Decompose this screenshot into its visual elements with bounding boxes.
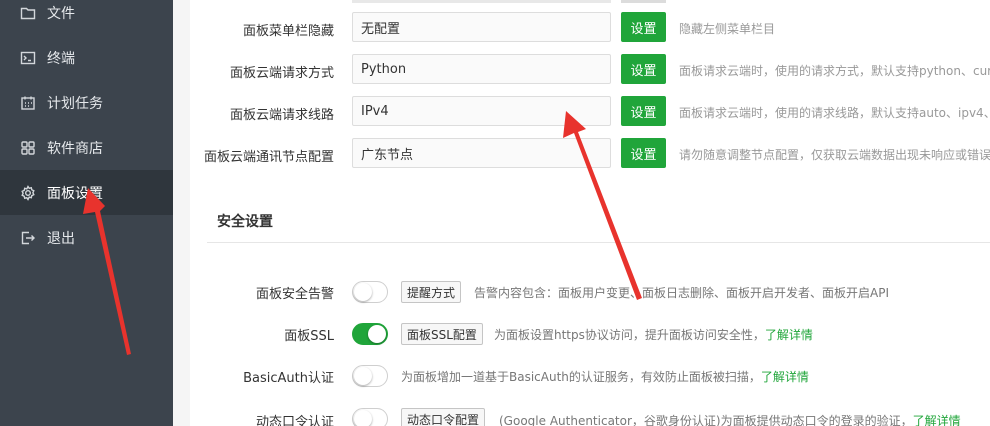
request-method-field[interactable]: Python xyxy=(352,54,611,84)
node-config-field[interactable]: 广东节点 xyxy=(352,138,611,168)
security-label: 动态口令认证 xyxy=(255,415,334,426)
security-hint: (Google Authenticator，谷歌身份认证)为面板提供动态口令的登… xyxy=(499,414,961,426)
sidebar-item-label: 计划任务 xyxy=(47,95,103,112)
security-label: 面板SSL xyxy=(284,329,334,344)
sidebar-item-store[interactable]: 软件商店 xyxy=(0,125,173,170)
calendar-icon xyxy=(20,95,36,111)
totp-config-button[interactable]: 动态口令配置 xyxy=(401,408,486,426)
security-alert-toggle[interactable] xyxy=(352,281,388,303)
main-content: 面板菜单栏隐藏 无配置 设置 隐藏左侧菜单栏目 面板云端请求方式 Python … xyxy=(173,0,990,426)
sidebar-item-label: 终端 xyxy=(47,50,75,67)
terminal-icon xyxy=(20,50,36,66)
grid-icon xyxy=(20,140,36,156)
settings-panel: 面板菜单栏隐藏 无配置 设置 隐藏左侧菜单栏目 面板云端请求方式 Python … xyxy=(190,0,990,426)
security-label: 面板安全告警 xyxy=(255,287,334,302)
toggle-knob xyxy=(368,325,386,343)
setting-label: 面板菜单栏隐藏 xyxy=(242,24,334,39)
totp-toggle[interactable] xyxy=(352,408,388,426)
setting-hint: 请勿随意调整节点配置，仅获取云端数据出现未响应或错误 xyxy=(679,148,990,162)
security-label: BasicAuth认证 xyxy=(243,371,334,386)
menu-hide-field[interactable]: 无配置 xyxy=(352,12,611,42)
sidebar-item-terminal[interactable]: 终端 xyxy=(0,35,173,80)
security-section-title: 安全设置 xyxy=(217,214,273,230)
setting-hint: 隐藏左侧菜单栏目 xyxy=(679,22,776,36)
learn-more-link[interactable]: 了解详情 xyxy=(913,414,961,426)
sidebar-item-label: 文件 xyxy=(47,5,75,22)
learn-more-link[interactable]: 了解详情 xyxy=(765,328,813,342)
gear-icon xyxy=(20,184,36,201)
previous-input-edge xyxy=(352,0,611,3)
setting-label: 面板云端请求线路 xyxy=(229,108,334,123)
menu-hide-set-button[interactable]: 设置 xyxy=(621,12,666,42)
section-divider xyxy=(207,242,990,243)
alert-method-button[interactable]: 提醒方式 xyxy=(401,281,462,303)
previous-button-edge xyxy=(621,0,666,3)
setting-hint: 面板请求云端时，使用的请求方式，默认支持python、curl xyxy=(679,64,990,78)
sidebar-item-label: 退出 xyxy=(47,230,75,247)
security-hint: 为面板设置https协议访问，提升面板访问安全性，了解详情 xyxy=(494,328,813,342)
request-method-set-button[interactable]: 设置 xyxy=(621,54,666,84)
node-config-set-button[interactable]: 设置 xyxy=(621,138,666,168)
sidebar-item-panel-settings[interactable]: 面板设置 xyxy=(0,170,173,215)
sidebar-item-label: 软件商店 xyxy=(47,140,103,157)
sidebar-item-logout[interactable]: 退出 xyxy=(0,215,173,260)
basicauth-toggle[interactable] xyxy=(352,365,388,387)
toggle-knob xyxy=(354,410,372,426)
sidebar-item-cron[interactable]: 计划任务 xyxy=(0,80,173,125)
sidebar: 文件 终端 计划任务 软件商店 面板设置 退出 xyxy=(0,0,173,426)
toggle-knob xyxy=(354,283,372,301)
setting-label: 面板云端通讯节点配置 xyxy=(203,150,334,165)
learn-more-link[interactable]: 了解详情 xyxy=(761,370,809,384)
security-hint: 为面板增加一道基于BasicAuth的认证服务，有效防止面板被扫描，了解详情 xyxy=(401,370,809,384)
logout-icon xyxy=(20,230,36,246)
sidebar-item-files[interactable]: 文件 xyxy=(0,0,173,35)
setting-hint: 面板请求云端时，使用的请求线路，默认支持auto、ipv4、ipv6 xyxy=(679,106,990,120)
toggle-knob xyxy=(354,367,372,385)
security-hint: 告警内容包含：面板用户变更、面板日志删除、面板开启开发者、面板开启API xyxy=(474,286,889,300)
panel-ssl-toggle[interactable] xyxy=(352,323,388,345)
setting-label: 面板云端请求方式 xyxy=(229,66,334,81)
request-line-field[interactable]: IPv4 xyxy=(352,96,611,126)
folder-icon xyxy=(20,5,36,21)
panel-ssl-config-button[interactable]: 面板SSL配置 xyxy=(401,323,483,345)
request-line-set-button[interactable]: 设置 xyxy=(621,96,666,126)
sidebar-item-label: 面板设置 xyxy=(47,185,103,202)
